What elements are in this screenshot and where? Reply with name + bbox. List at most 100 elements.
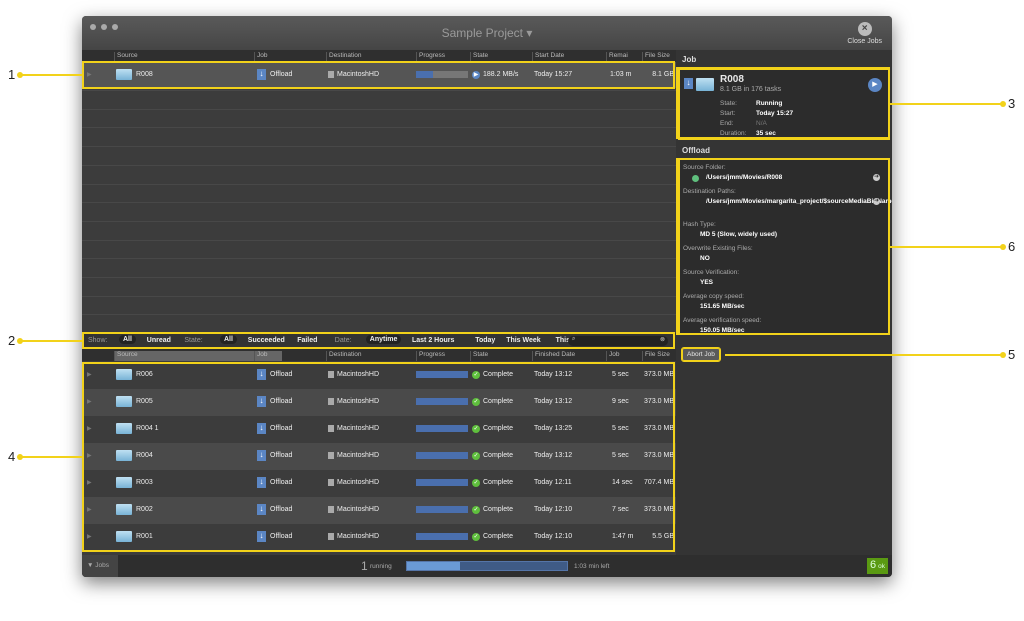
app-window: Sample Project ▾ × Close Jobs Source Job De… — [82, 16, 892, 577]
empty-row — [82, 183, 676, 202]
filter-option[interactable]: Unread — [147, 337, 171, 344]
column-header[interactable]: Job — [254, 351, 267, 361]
column-header[interactable]: Source — [114, 52, 138, 62]
table-row[interactable]: ▶ R006 ↓ Offload MacintoshHD ✓ Complete Today 1… — [82, 362, 676, 389]
filter-label: Show: — [88, 337, 108, 344]
column-header[interactable]: Progress — [416, 52, 445, 62]
table-row[interactable]: ▶ R001 ↓ Offload MacintoshHD ✓ Complete Today 1… — [82, 524, 676, 551]
disclosure-triangle[interactable]: ▶ — [87, 398, 92, 405]
column-header[interactable]: Job — [254, 52, 267, 62]
callout-dot — [17, 454, 23, 460]
progress-bar — [416, 398, 468, 405]
filter-option[interactable]: Last 2 Hours — [412, 337, 454, 344]
callout-dot — [17, 338, 23, 344]
disclosure-triangle[interactable]: ▶ — [87, 425, 92, 432]
column-header[interactable]: Finished Date — [532, 351, 575, 361]
table-row[interactable]: ▶ R002 ↓ Offload MacintoshHD ✓ Complete Today 1… — [82, 497, 676, 524]
disclosure-triangle[interactable]: ▶ — [87, 452, 92, 459]
folder-icon — [116, 396, 132, 407]
folder-icon — [116, 423, 132, 434]
disclosure-triangle[interactable]: ▶ — [87, 71, 92, 78]
field-value: 150.05 MB/sec — [700, 327, 745, 334]
disclosure-triangle[interactable]: ▶ — [87, 479, 92, 486]
folder-icon — [116, 477, 132, 488]
state: Complete — [483, 371, 513, 378]
filter-option[interactable]: All — [119, 335, 136, 344]
job-type: Offload — [270, 398, 293, 405]
search-input[interactable]: ⌕ ⊗ — [568, 336, 668, 346]
finished-date: Today 12:10 — [534, 506, 573, 513]
offload-icon: ↓ — [257, 396, 266, 407]
source-name: R004 — [136, 452, 153, 459]
job-heading: Job — [682, 55, 697, 64]
check-icon: ✓ — [472, 398, 480, 406]
field-label: Average verification speed: — [683, 317, 762, 324]
table-row[interactable]: ▶ R005 ↓ Offload MacintoshHD ✓ Complete Today 1… — [82, 389, 676, 416]
column-header[interactable]: File Size — [642, 52, 670, 62]
column-header[interactable]: State — [470, 351, 488, 361]
finished-date: Today 12:11 — [534, 479, 572, 486]
disk-icon — [328, 371, 334, 378]
callout-line — [725, 354, 1003, 356]
play-icon[interactable]: ▶ — [868, 78, 882, 92]
filter-option[interactable]: Succeeded — [248, 337, 285, 344]
disclosure-triangle[interactable]: ▶ — [87, 533, 92, 540]
filter-label: State: — [184, 337, 203, 344]
source-name: R005 — [136, 398, 153, 405]
column-header[interactable]: Job — [606, 351, 619, 361]
duration: 5 sec — [612, 452, 629, 459]
filter-option[interactable]: Anytime — [365, 335, 402, 344]
arrow-icon[interactable]: ➜ — [873, 198, 880, 205]
progress-bar — [416, 506, 468, 513]
destination: MacintoshHD — [337, 71, 380, 78]
start-date: Today 15:27 — [534, 71, 573, 78]
job-type: Offload — [270, 425, 293, 432]
column-header[interactable]: Destination — [326, 52, 362, 62]
field-value: 151.65 MB/sec — [700, 303, 745, 310]
disk-icon — [328, 533, 334, 540]
check-icon: ✓ — [472, 533, 480, 541]
field-label: Source Verification: — [683, 269, 740, 276]
filter-option[interactable]: All — [220, 335, 237, 344]
table-row[interactable]: ▶ R003 ↓ Offload MacintoshHD ✓ Complete Today 1… — [82, 470, 676, 497]
play-icon: ▶ — [472, 71, 480, 79]
empty-row — [82, 202, 676, 220]
field-value: /Users/jmm/Movies/margarita_project/$sou… — [706, 198, 892, 205]
job-type: Offload — [270, 533, 293, 540]
project-title[interactable]: Sample Project ▾ — [82, 26, 892, 40]
job-details-pane: Job ↓ R008 8.1 GB in 176 tasks ▶ State: R… — [676, 50, 892, 555]
destination: MacintoshHD — [337, 371, 380, 378]
job-type: Offload — [270, 452, 293, 459]
abort-job-button[interactable]: Abort Job — [681, 347, 721, 362]
column-header[interactable]: Destination — [326, 351, 362, 361]
running-job-row[interactable]: ▶ R008 ↓ Offload MacintoshHD ▶ 188.2 MB/s Today… — [82, 62, 676, 88]
file-size: 373.0 MB — [644, 506, 674, 513]
filter-option[interactable]: Today — [475, 337, 495, 344]
clear-icon[interactable]: ⊗ — [660, 336, 665, 343]
table-row[interactable]: ▶ R004 ↓ Offload MacintoshHD ✓ Complete Today 1… — [82, 443, 676, 470]
column-header[interactable]: Start Date — [532, 52, 564, 62]
disclosure-triangle[interactable]: ▶ — [87, 506, 92, 513]
folder-icon — [696, 78, 714, 91]
table-row[interactable]: ▶ R004 1 ↓ Offload MacintoshHD ✓ Complete Today… — [82, 416, 676, 443]
callout-line — [890, 246, 1003, 248]
callout-dot — [1000, 352, 1006, 358]
source-name: R004 1 — [136, 425, 159, 432]
callout-dot — [1000, 101, 1006, 107]
offload-icon: ↓ — [257, 423, 266, 434]
column-header[interactable]: State — [470, 52, 488, 62]
filter-option[interactable]: This Week — [506, 337, 541, 344]
arrow-icon[interactable]: ➜ — [873, 174, 880, 181]
column-header[interactable]: Remai — [606, 52, 628, 62]
jobs-toggle[interactable]: ▼ Jobs — [82, 555, 118, 577]
column-header[interactable]: Progress — [416, 351, 445, 361]
callout-dot — [1000, 244, 1006, 250]
disclosure-triangle[interactable]: ▶ — [87, 371, 92, 378]
field-label: Hash Type: — [683, 221, 716, 228]
field-label: Average copy speed: — [683, 293, 744, 300]
filter-option[interactable]: Failed — [297, 337, 317, 344]
close-jobs-button[interactable]: × Close Jobs — [847, 22, 882, 45]
column-header[interactable]: File Size — [642, 351, 670, 361]
job-type: Offload — [270, 479, 293, 486]
duration: 1:47 m — [612, 533, 634, 540]
